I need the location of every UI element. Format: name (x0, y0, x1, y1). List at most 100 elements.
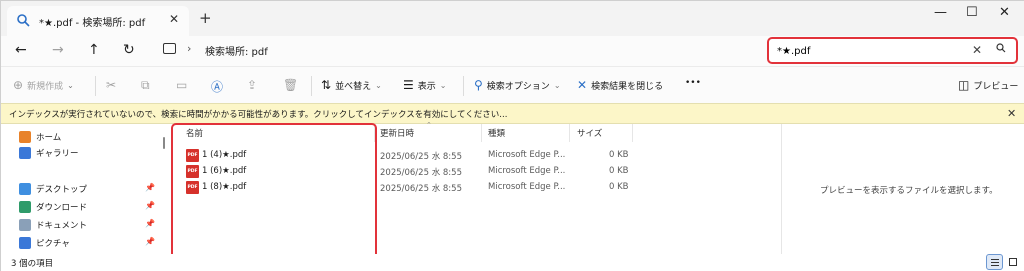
column-header-type[interactable]: 種類 (488, 127, 505, 139)
clear-search-icon[interactable]: ✕ (972, 43, 982, 57)
rename-icon[interactable]: Ⓐ (211, 78, 223, 95)
file-date: 2025/06/25 水 8:55 (380, 168, 462, 178)
file-name: 1 (8)★.pdf (202, 182, 247, 192)
preview-button[interactable]: ◫ プレビュー (958, 78, 1018, 92)
refresh-icon[interactable]: ↻ (123, 42, 135, 58)
sidebar-item-gallery[interactable]: ギャラリー (19, 145, 79, 161)
sidebar-item-label: ピクチャ (36, 239, 70, 249)
file-size: 0 KB (609, 166, 629, 176)
pdf-file-icon (186, 149, 199, 162)
title-bar: *★.pdf - 検索場所: pdf ✕ + — ☐ ✕ (1, 1, 1024, 36)
minimize-button[interactable]: — (934, 5, 947, 20)
table-row[interactable]: 1 (6)★.pdf 2025/06/25 水 8:55 Microsoft E… (169, 164, 781, 180)
maximize-button[interactable]: ☐ (966, 5, 978, 20)
chevron-down-icon: ⌄ (439, 80, 447, 90)
tab-search-results[interactable]: *★.pdf - 検索場所: pdf ✕ (7, 6, 189, 36)
column-header-name[interactable]: 名前 (186, 127, 203, 139)
file-list: ⌃ 名前 更新日時 種類 サイズ 1 (4)★.pdf 2025/06/25 水… (169, 121, 781, 254)
pin-icon[interactable]: 📌 (145, 237, 155, 246)
paste-icon[interactable]: ▭ (176, 78, 187, 92)
chevron-down-icon: ⌄ (553, 80, 561, 90)
sidebar-item-home[interactable]: ホーム (19, 129, 61, 145)
column-divider[interactable] (569, 124, 570, 142)
file-type: Microsoft Edge P... (488, 182, 566, 192)
up-arrow-icon[interactable]: ↑ (88, 42, 100, 58)
close-search-label: 検索結果を閉じる (591, 81, 664, 92)
gallery-icon (19, 147, 31, 159)
file-name: 1 (6)★.pdf (202, 166, 247, 176)
search-options-label: 検索オプション (486, 81, 550, 92)
sidebar-item-label: ギャラリー (36, 149, 79, 159)
close-tab-icon[interactable]: ✕ (169, 12, 179, 26)
download-icon (19, 201, 31, 213)
pin-icon[interactable]: 📌 (145, 183, 155, 192)
search-icon[interactable] (996, 43, 1006, 53)
explorer-window: *★.pdf - 検索場所: pdf ✕ + — ☐ ✕ ← → ↑ ↻ › 検… (0, 0, 1024, 271)
column-divider[interactable] (374, 124, 375, 142)
grid-icon (1009, 258, 1017, 266)
pin-icon[interactable]: 📌 (145, 201, 155, 210)
breadcrumb[interactable]: 検索場所: pdf (205, 43, 268, 58)
info-message[interactable]: インデックスが実行されていないので、検索に時間がかかる可能性があります。クリック… (9, 108, 507, 120)
column-header-size[interactable]: サイズ (577, 127, 602, 139)
search-options-button[interactable]: ⚲ 検索オプション ⌄ (474, 78, 561, 92)
sort-button[interactable]: ⇅ 並べ替え ⌄ (321, 78, 382, 92)
address-bar[interactable]: › 検索場所: pdf (153, 38, 758, 62)
column-divider[interactable] (632, 124, 633, 142)
sidebar-item-label: ホーム (36, 133, 62, 143)
pdf-file-icon (186, 181, 199, 194)
file-size: 0 KB (609, 150, 629, 160)
list-view-icon: ☰ (403, 78, 414, 92)
cut-icon[interactable]: ✂ (106, 78, 116, 92)
delete-icon[interactable]: 🗑 (283, 78, 298, 92)
pin-icon[interactable]: 📌 (145, 219, 155, 228)
copy-icon[interactable]: ⧉ (141, 78, 150, 93)
home-icon (19, 131, 31, 143)
search-icon (17, 14, 30, 27)
tiles-view-button[interactable] (1005, 254, 1022, 270)
tab-title: *★.pdf - 検索場所: pdf (39, 18, 146, 29)
sidebar-item-desktop[interactable]: デスクトップ 📌 (19, 181, 155, 197)
sidebar-scrollbar[interactable] (163, 137, 165, 149)
sidebar-item-downloads[interactable]: ダウンロード 📌 (19, 199, 155, 215)
chevron-down-icon: ⌄ (67, 80, 74, 90)
table-row[interactable]: 1 (4)★.pdf 2025/06/25 水 8:55 Microsoft E… (169, 148, 781, 164)
toolbar-divider (463, 76, 464, 96)
toolbar-divider (95, 76, 96, 96)
share-icon[interactable]: ⇪ (247, 78, 257, 92)
details-view-button[interactable] (986, 254, 1003, 270)
indexing-info-bar[interactable]: インデックスが実行されていないので、検索に時間がかかる可能性があります。クリック… (1, 103, 1024, 124)
table-row[interactable]: 1 (8)★.pdf 2025/06/25 水 8:55 Microsoft E… (169, 180, 781, 196)
sidebar-item-documents[interactable]: ドキュメント 📌 (19, 217, 155, 233)
new-tab-button[interactable]: + (199, 9, 212, 27)
sidebar-item-pictures[interactable]: ピクチャ 📌 (19, 235, 155, 251)
item-count: 3 個の項目 (11, 259, 54, 269)
new-button[interactable]: ⊕ 新規作成 ⌄ (13, 78, 74, 92)
back-arrow-icon[interactable]: ← (15, 42, 27, 58)
file-type: Microsoft Edge P... (488, 150, 566, 160)
sidebar-item-label: デスクトップ (36, 185, 88, 195)
desktop-icon (19, 183, 31, 195)
column-header-date[interactable]: 更新日時 (380, 127, 414, 139)
preview-pane: プレビューを表示するファイルを選択します。 (781, 124, 1024, 254)
command-bar: ⊕ 新規作成 ⌄ ✂ ⧉ ▭ Ⓐ ⇪ 🗑 ⇅ 並べ替え ⌄ ☰ 表示 ⌄ ⚲ 検索オプション ⌄… (1, 66, 1024, 103)
close-search-button[interactable]: ✕ 検索結果を閉じる (577, 78, 663, 92)
preview-label: プレビュー (973, 81, 1019, 92)
sidebar-item-label: ドキュメント (36, 221, 88, 231)
search-options-icon: ⚲ (474, 78, 483, 92)
close-info-icon[interactable]: ✕ (1007, 107, 1016, 120)
forward-arrow-icon[interactable]: → (52, 42, 64, 58)
view-button[interactable]: ☰ 表示 ⌄ (403, 78, 446, 92)
close-window-button[interactable]: ✕ (999, 5, 1010, 20)
pdf-file-icon (186, 165, 199, 178)
search-input[interactable] (777, 43, 967, 59)
preview-message: プレビューを表示するファイルを選択します。 (820, 186, 998, 196)
status-bar: 3 個の項目 (1, 254, 1024, 271)
column-divider[interactable] (481, 124, 482, 142)
sort-icon: ⇅ (321, 78, 332, 92)
pictures-icon (19, 237, 31, 249)
search-box[interactable]: ✕ (767, 37, 1018, 64)
new-label: 新規作成 (27, 81, 64, 92)
preview-pane-icon: ◫ (958, 78, 970, 92)
more-options-button[interactable]: ••• (685, 78, 701, 88)
